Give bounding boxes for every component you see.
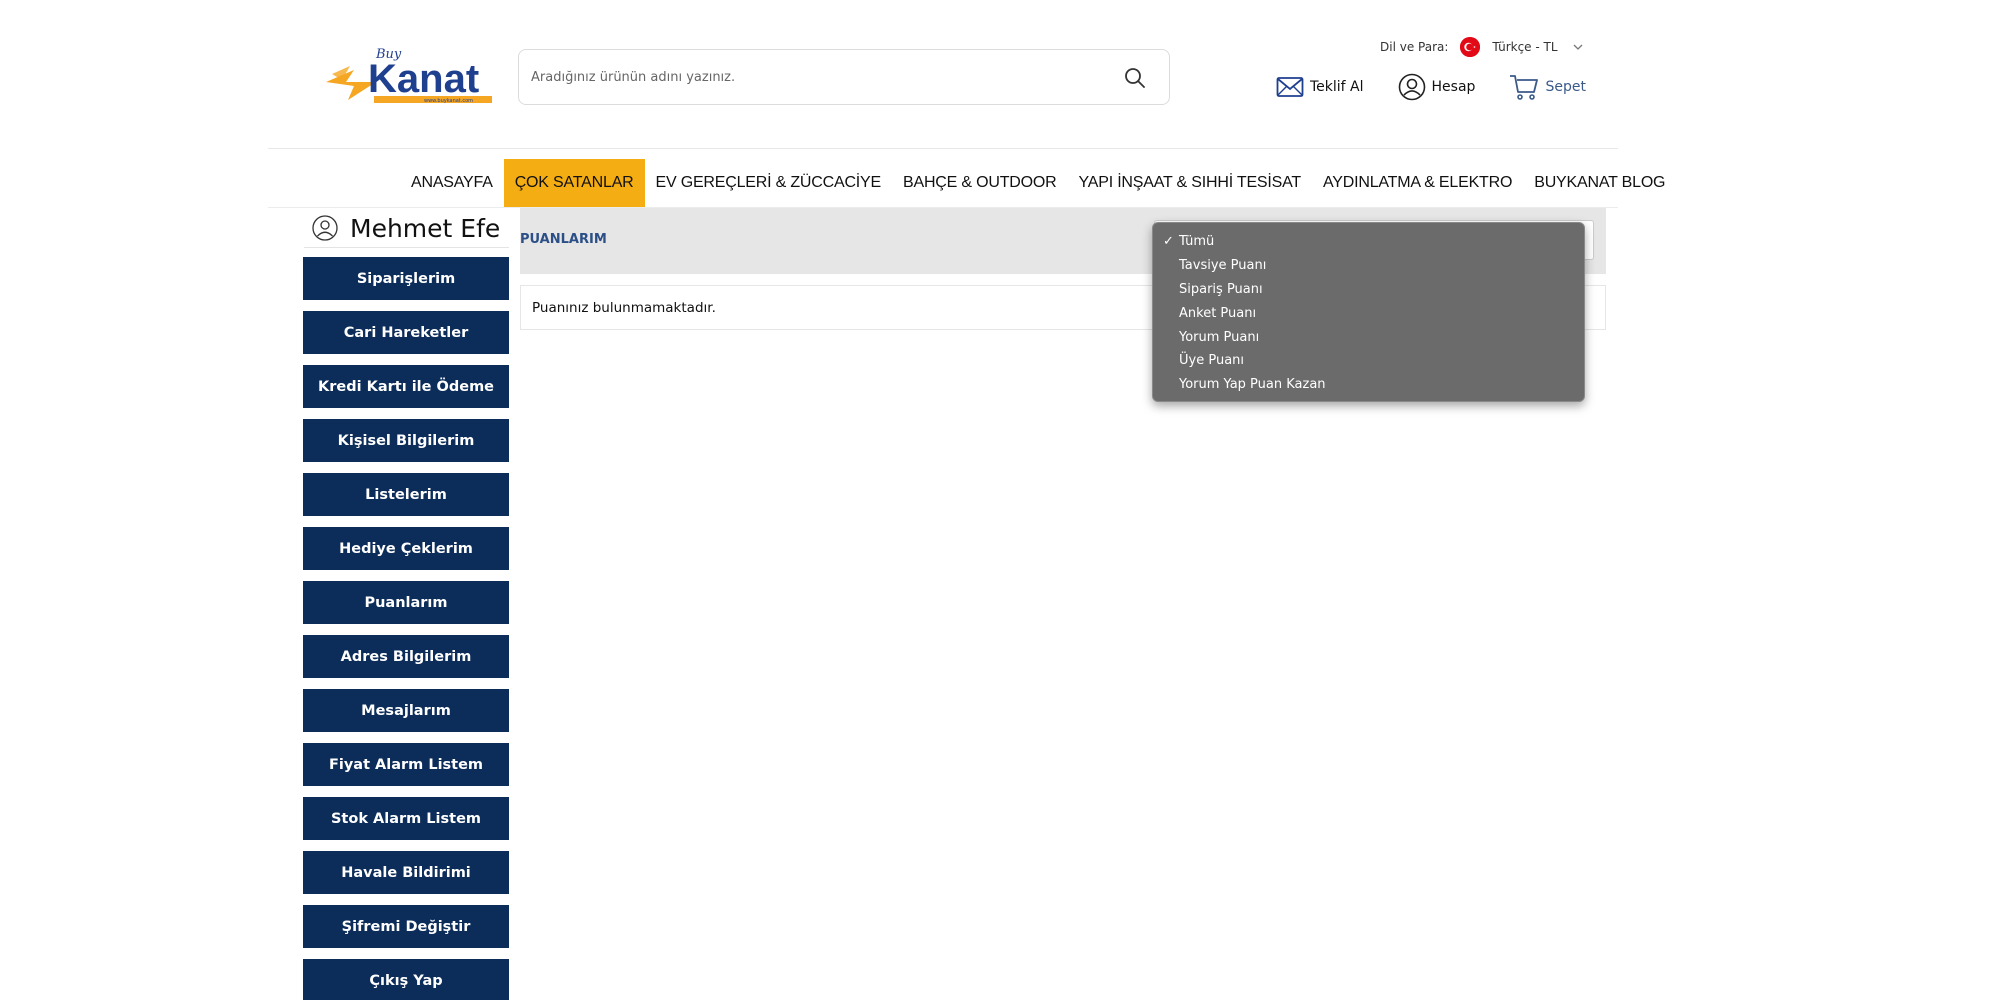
user-divider [304, 247, 509, 248]
quote-link[interactable]: Teklif Al [1276, 76, 1364, 98]
dropdown-option-label: Yorum Yap Puan Kazan [1179, 377, 1326, 393]
search-bar [518, 49, 1170, 105]
points-filter-dropdown: ✓ Tümü Tavsiye Puanı Sipariş Puanı Anket… [1152, 222, 1585, 402]
turkey-flag-icon [1460, 37, 1481, 57]
menu-price-alarm-button[interactable]: Fiyat Alarm Listem [303, 743, 509, 786]
user-icon [1398, 73, 1425, 101]
language-value: Türkçe - TL [1492, 40, 1558, 54]
menu-points-button[interactable]: Puanlarım [303, 581, 509, 624]
language-currency-selector[interactable]: Dil ve Para: Türkçe - TL [1380, 36, 1584, 58]
site-logo[interactable]: Buy Kanat www.buykanat.com [324, 44, 496, 108]
dropdown-option[interactable]: Sipariş Puanı [1153, 278, 1584, 302]
header-actions: Teklif Al Hesap Sepet [1276, 72, 1586, 102]
dropdown-option-label: Anket Puanı [1179, 305, 1257, 321]
language-label: Dil ve Para: [1380, 40, 1449, 54]
dropdown-option[interactable]: Anket Puanı [1153, 301, 1584, 325]
nav-item-home[interactable]: ANASAYFA [400, 159, 504, 207]
dropdown-option[interactable]: ✓ Tümü [1153, 230, 1584, 254]
checkmark-icon: ✓ [1163, 234, 1174, 249]
account-label: Hesap [1431, 79, 1476, 95]
cart-label: Sepet [1545, 79, 1586, 95]
menu-change-password-button[interactable]: Şifremi Değiştir [303, 905, 509, 948]
quote-label: Teklif Al [1310, 79, 1364, 95]
menu-addresses-button[interactable]: Adres Bilgilerim [303, 635, 509, 678]
header-divider [268, 148, 1618, 149]
menu-gift-vouchers-button[interactable]: Hediye Çeklerim [303, 527, 509, 570]
menu-orders-button[interactable]: Siparişlerim [303, 257, 509, 300]
nav-item-home-goods[interactable]: EV GEREÇLERİ & ZÜCCACİYE [645, 159, 892, 207]
nav-item-garden-outdoor[interactable]: BAHÇE & OUTDOOR [892, 159, 1067, 207]
user-header: Mehmet Efe [312, 210, 500, 246]
search-icon[interactable] [1123, 66, 1147, 90]
account-link[interactable]: Hesap [1398, 73, 1476, 101]
user-name: Mehmet Efe [350, 213, 501, 243]
chevron-down-icon [1572, 41, 1584, 53]
cart-link[interactable]: Sepet [1509, 73, 1586, 101]
account-menu: Siparişlerim Cari Hareketler Kredi Kartı… [303, 257, 509, 1000]
nav-item-blog[interactable]: BUYKANAT BLOG [1523, 159, 1676, 207]
nav-item-best-sellers[interactable]: ÇOK SATANLAR [503, 159, 645, 207]
menu-messages-button[interactable]: Mesajlarım [303, 689, 509, 732]
nav-item-lighting[interactable]: AYDINLATMA & ELEKTRO [1312, 159, 1523, 207]
kanat-logo-graphic: Buy Kanat www.buykanat.com [326, 47, 492, 104]
search-input[interactable] [531, 50, 1091, 104]
menu-logout-button[interactable]: Çıkış Yap [303, 959, 509, 1000]
dropdown-option-label: Tümü [1179, 234, 1215, 250]
empty-points-message: Puanınız bulunmamaktadır. [532, 300, 716, 316]
user-avatar-icon [312, 215, 338, 241]
dropdown-option-label: Yorum Puanı [1179, 329, 1260, 345]
dropdown-option[interactable]: Tavsiye Puanı [1153, 254, 1584, 278]
cart-icon [1510, 75, 1539, 100]
menu-stock-alarm-button[interactable]: Stok Alarm Listem [303, 797, 509, 840]
menu-lists-button[interactable]: Listelerim [303, 473, 509, 516]
page-title: PUANLARIM [520, 232, 607, 247]
dropdown-option-label: Sipariş Puanı [1179, 281, 1263, 297]
menu-credit-card-payment-button[interactable]: Kredi Kartı ile Ödeme [303, 365, 509, 408]
logo-brand: Kanat [368, 57, 479, 101]
envelope-icon [1276, 77, 1304, 97]
dropdown-option[interactable]: Yorum Yap Puan Kazan [1153, 373, 1584, 397]
menu-personal-info-button[interactable]: Kişisel Bilgilerim [303, 419, 509, 462]
dropdown-option[interactable]: Üye Puanı [1153, 349, 1584, 373]
menu-transfer-notice-button[interactable]: Havale Bildirimi [303, 851, 509, 894]
dropdown-option-label: Tavsiye Puanı [1179, 258, 1267, 274]
menu-account-transactions-button[interactable]: Cari Hareketler [303, 311, 509, 354]
dropdown-option[interactable]: Yorum Puanı [1153, 325, 1584, 349]
logo-site: www.buykanat.com [424, 98, 473, 104]
main-nav: ANASAYFA ÇOK SATANLAR EV GEREÇLERİ & ZÜC… [400, 159, 1676, 207]
nav-item-construction[interactable]: YAPI İNŞAAT & SIHHİ TESİSAT [1067, 159, 1312, 207]
dropdown-option-label: Üye Puanı [1179, 353, 1245, 369]
